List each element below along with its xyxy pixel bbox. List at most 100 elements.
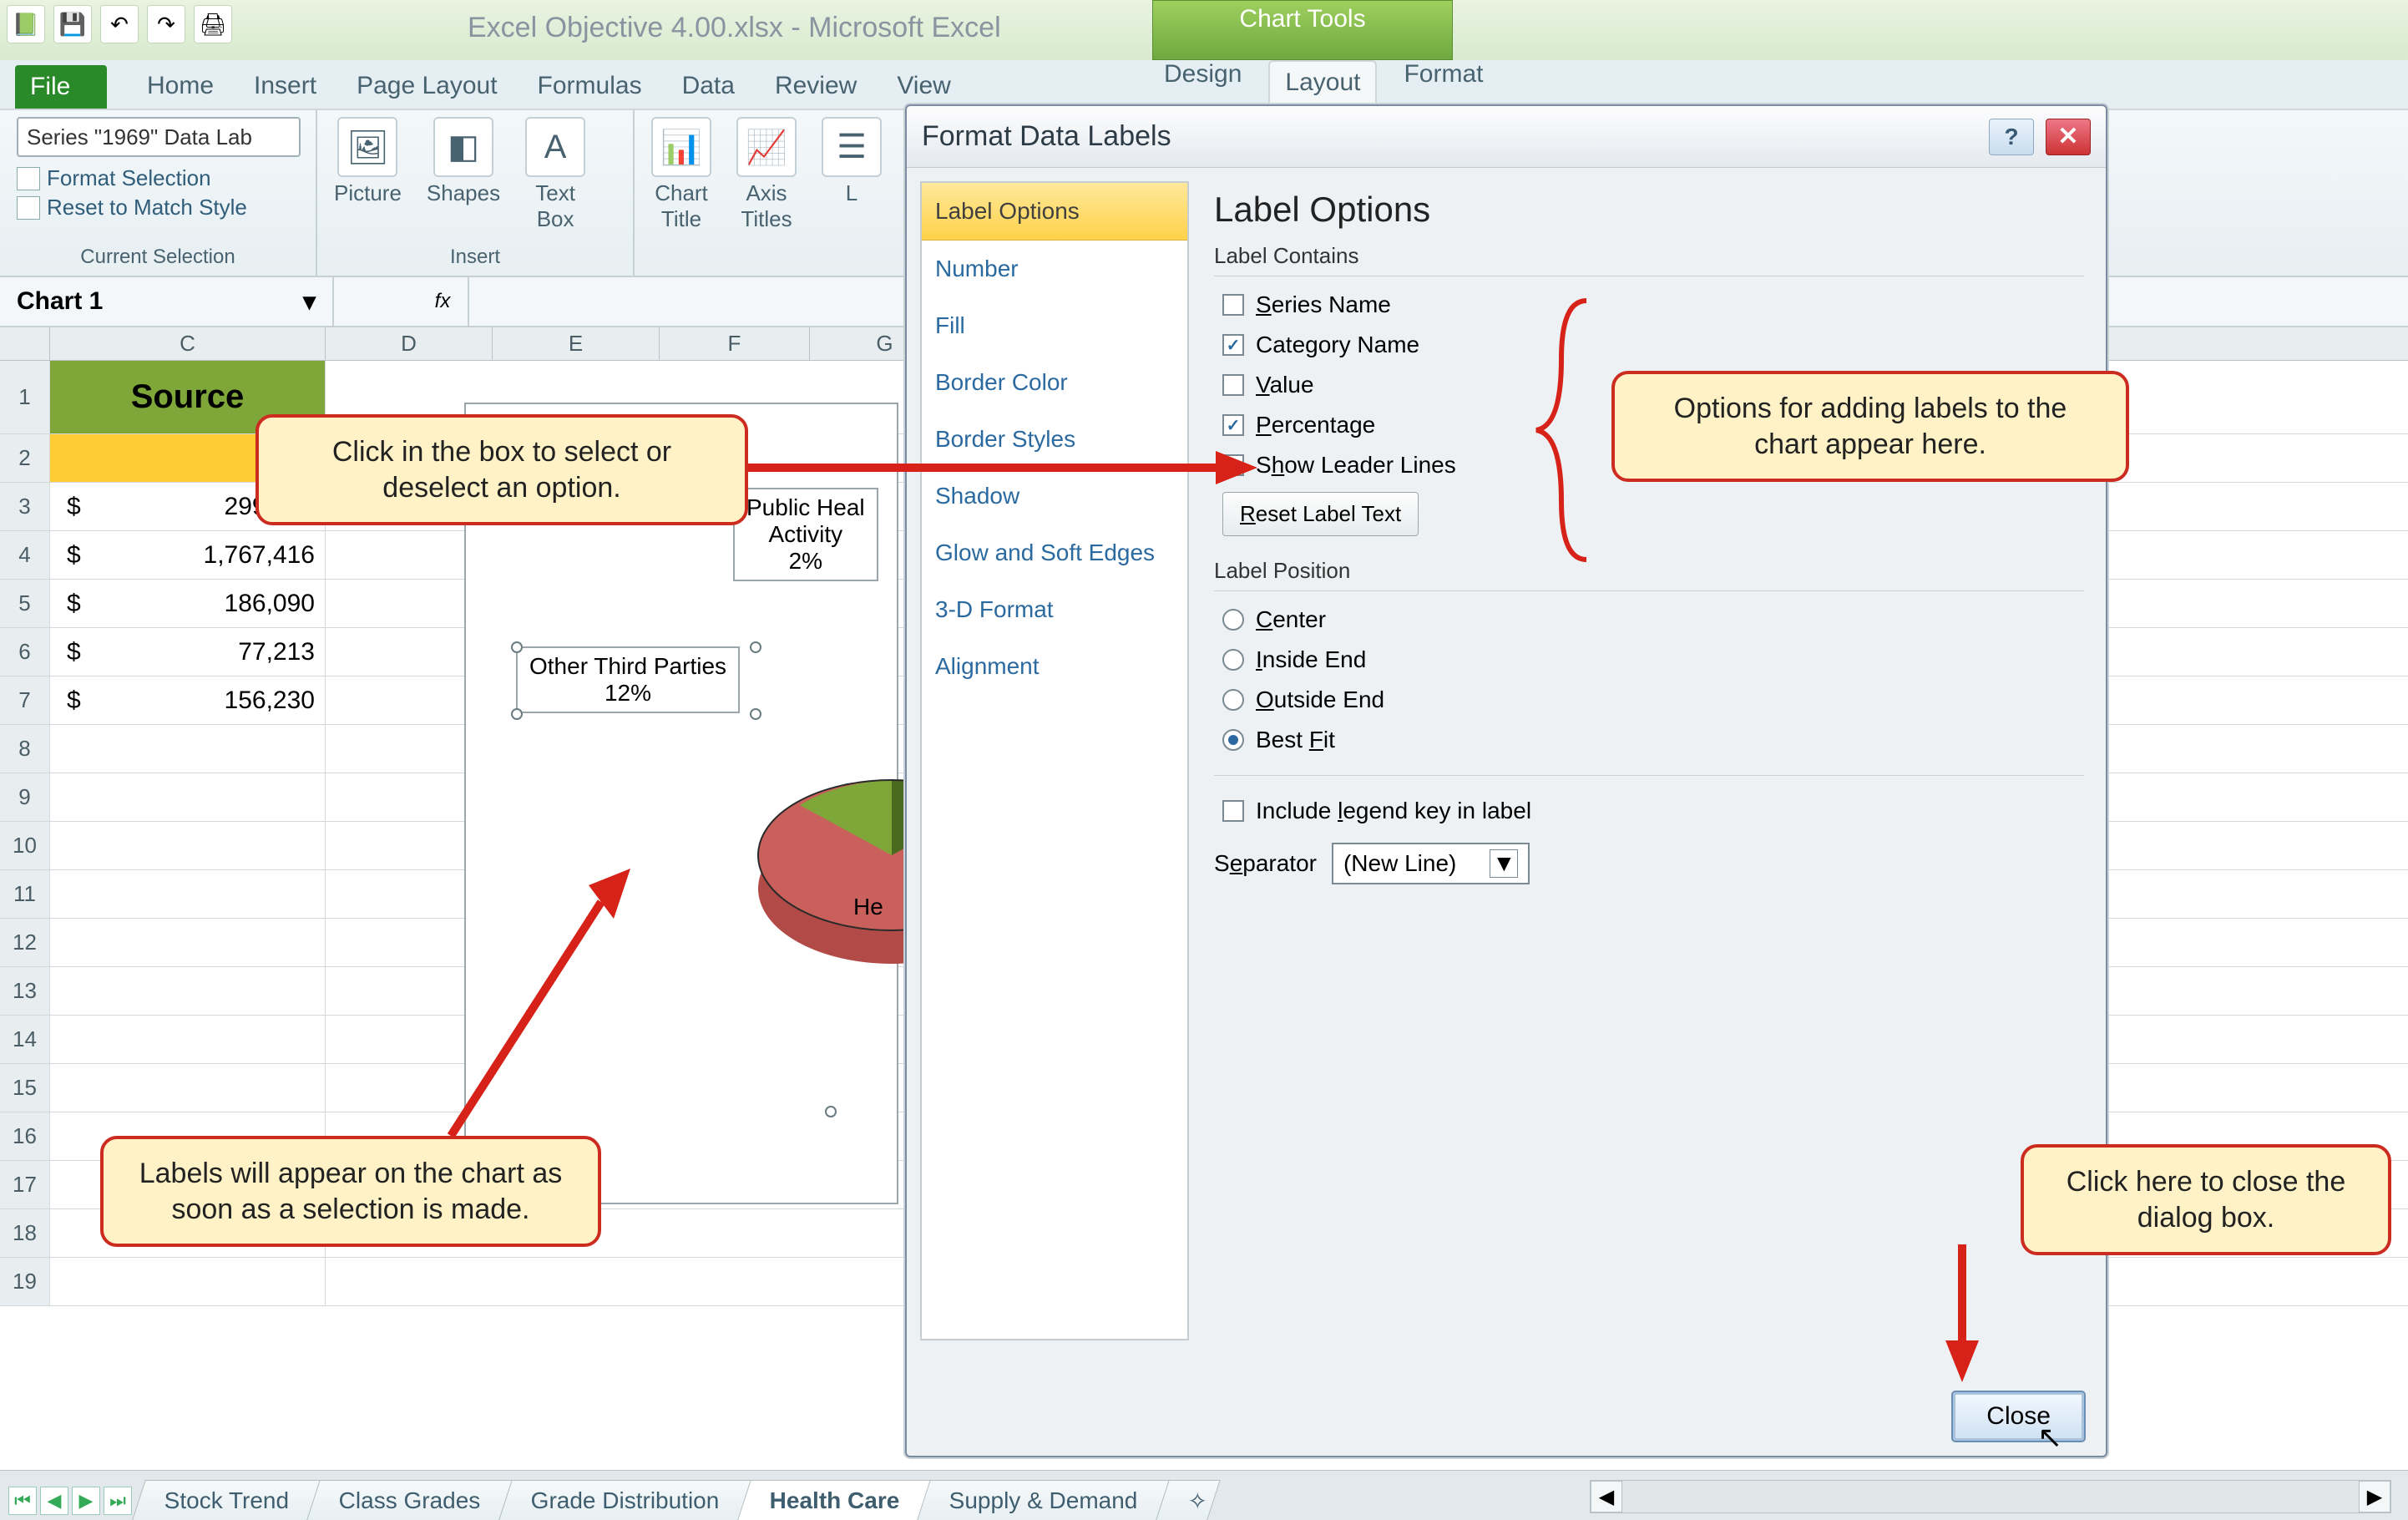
sheet-tab-health-care[interactable]: Health Care	[737, 1480, 932, 1520]
row-header[interactable]: 13	[0, 967, 50, 1015]
chart-title-button[interactable]: 📊Chart Title	[651, 117, 711, 232]
excel-icon[interactable]: 📗	[7, 5, 45, 43]
axis-titles-button[interactable]: 📈Axis Titles	[736, 117, 797, 232]
dialog-titlebar[interactable]: Format Data Labels ? ✕	[907, 106, 2106, 168]
checkbox-legend-key[interactable]: Include legend key in label	[1214, 791, 2084, 831]
cell-empty[interactable]	[50, 870, 326, 918]
row-header[interactable]: 7	[0, 676, 50, 724]
reset-match-style-button[interactable]: Reset to Match Style	[17, 195, 299, 220]
row-header[interactable]: 10	[0, 822, 50, 869]
radio-best-fit[interactable]: Best Fit	[1214, 720, 2084, 760]
help-button[interactable]: ?	[1989, 119, 2034, 155]
undo-icon[interactable]: ↶	[100, 5, 139, 43]
radio-outside-end[interactable]: Outside End	[1214, 680, 2084, 720]
selection-handle[interactable]	[750, 641, 761, 653]
col-header-d[interactable]: D	[326, 327, 493, 360]
window-close-button[interactable]: ✕	[2046, 119, 2091, 155]
nav-fill[interactable]: Fill	[922, 297, 1187, 354]
selection-handle[interactable]	[511, 708, 523, 720]
row-header[interactable]: 11	[0, 870, 50, 918]
format-selection-button[interactable]: Format Selection	[17, 165, 299, 191]
cell-empty[interactable]	[50, 1258, 326, 1305]
data-label-other-third-parties[interactable]: Other Third Parties 12%	[516, 646, 740, 713]
horizontal-scrollbar[interactable]: ◀▶	[1590, 1480, 2391, 1513]
radio-inside-end[interactable]: Inside End	[1214, 640, 2084, 680]
text-box-button[interactable]: AText Box	[525, 117, 585, 232]
last-sheet-button[interactable]: ⏭	[104, 1487, 132, 1515]
shapes-button[interactable]: ◧Shapes	[427, 117, 500, 232]
sheet-tab-stock-trend[interactable]: Stock Trend	[132, 1480, 321, 1520]
row-header[interactable]: 17	[0, 1161, 50, 1208]
col-header-f[interactable]: F	[660, 327, 810, 360]
row-header[interactable]: 8	[0, 725, 50, 773]
sheet-tab-class-grades[interactable]: Class Grades	[307, 1480, 513, 1520]
row-header[interactable]: 12	[0, 919, 50, 966]
nav-alignment[interactable]: Alignment	[922, 638, 1187, 695]
tab-data[interactable]: Data	[682, 72, 735, 109]
cell-value[interactable]: $156,230	[50, 676, 326, 724]
tab-view[interactable]: View	[897, 72, 950, 109]
row-header[interactable]: 5	[0, 580, 50, 627]
nav-label-options[interactable]: Label Options	[922, 183, 1187, 241]
radio-center[interactable]: Center	[1214, 600, 2084, 640]
tab-home[interactable]: Home	[147, 72, 214, 109]
row-header[interactable]: 6	[0, 628, 50, 676]
tab-review[interactable]: Review	[775, 72, 857, 109]
row-header[interactable]: 14	[0, 1016, 50, 1063]
tab-insert[interactable]: Insert	[254, 72, 316, 109]
select-all-triangle[interactable]	[0, 327, 50, 360]
save-icon[interactable]: 💾	[53, 5, 92, 43]
nav-number[interactable]: Number	[922, 241, 1187, 297]
selection-handle[interactable]	[825, 1106, 837, 1117]
checkbox-series-name[interactable]: Series Name	[1214, 285, 2084, 325]
legend-button[interactable]: ☰L	[822, 117, 882, 232]
cell-value[interactable]: $77,213	[50, 628, 326, 676]
tab-design[interactable]: Design	[1164, 60, 1242, 105]
nav-border-color[interactable]: Border Color	[922, 354, 1187, 411]
tab-page-layout[interactable]: Page Layout	[357, 72, 497, 109]
name-box[interactable]: Chart 1▾	[0, 277, 334, 326]
sheet-tab-supply-demand[interactable]: Supply & Demand	[918, 1480, 1171, 1520]
cell-empty[interactable]	[50, 822, 326, 869]
nav-border-styles[interactable]: Border Styles	[922, 411, 1187, 468]
row-header[interactable]: 3	[0, 483, 50, 530]
cell-value[interactable]: $1,767,416	[50, 531, 326, 579]
checkbox-category-name[interactable]: Category Name	[1214, 325, 2084, 365]
close-button[interactable]: Close	[1951, 1391, 2086, 1442]
chart-element-selector[interactable]	[17, 117, 301, 157]
separator-dropdown[interactable]: (New Line)▼	[1332, 843, 1530, 884]
selection-handle[interactable]	[750, 708, 761, 720]
row-header[interactable]: 2	[0, 434, 50, 482]
data-label-public-health[interactable]: Public Heal Activity 2%	[733, 488, 878, 581]
file-tab[interactable]: File	[15, 65, 107, 109]
tab-format-ct[interactable]: Format	[1404, 60, 1483, 105]
tab-formulas[interactable]: Formulas	[538, 72, 642, 109]
selection-handle[interactable]	[511, 641, 523, 653]
prev-sheet-button[interactable]: ◀	[40, 1487, 68, 1515]
next-sheet-button[interactable]: ▶	[72, 1487, 100, 1515]
first-sheet-button[interactable]: ⏮	[8, 1487, 37, 1515]
redo-icon[interactable]: ↷	[147, 5, 185, 43]
row-header[interactable]: 16	[0, 1112, 50, 1160]
row-header[interactable]: 4	[0, 531, 50, 579]
scroll-left-icon[interactable]: ◀	[1591, 1481, 1622, 1512]
sheet-tab-grade-distribution[interactable]: Grade Distribution	[498, 1480, 751, 1520]
cell-empty[interactable]	[50, 967, 326, 1015]
nav-glow[interactable]: Glow and Soft Edges	[922, 524, 1187, 581]
row-header[interactable]: 1	[0, 361, 50, 433]
nav-shadow[interactable]: Shadow	[922, 468, 1187, 524]
cell-empty[interactable]	[50, 725, 326, 773]
row-header[interactable]: 15	[0, 1064, 50, 1112]
row-header[interactable]: 18	[0, 1209, 50, 1257]
cell-value[interactable]: $186,090	[50, 580, 326, 627]
nav-3d-format[interactable]: 3-D Format	[922, 581, 1187, 638]
cell-empty[interactable]	[50, 919, 326, 966]
cell-empty[interactable]	[50, 1064, 326, 1112]
cell-empty[interactable]	[50, 1016, 326, 1063]
col-header-c[interactable]: C	[50, 327, 326, 360]
tab-layout[interactable]: Layout	[1268, 60, 1377, 105]
picture-button[interactable]: 🖼Picture	[334, 117, 402, 232]
row-header[interactable]: 19	[0, 1258, 50, 1305]
reset-label-text-button[interactable]: Reset Label Text	[1222, 492, 1419, 536]
cell-empty[interactable]	[50, 773, 326, 821]
